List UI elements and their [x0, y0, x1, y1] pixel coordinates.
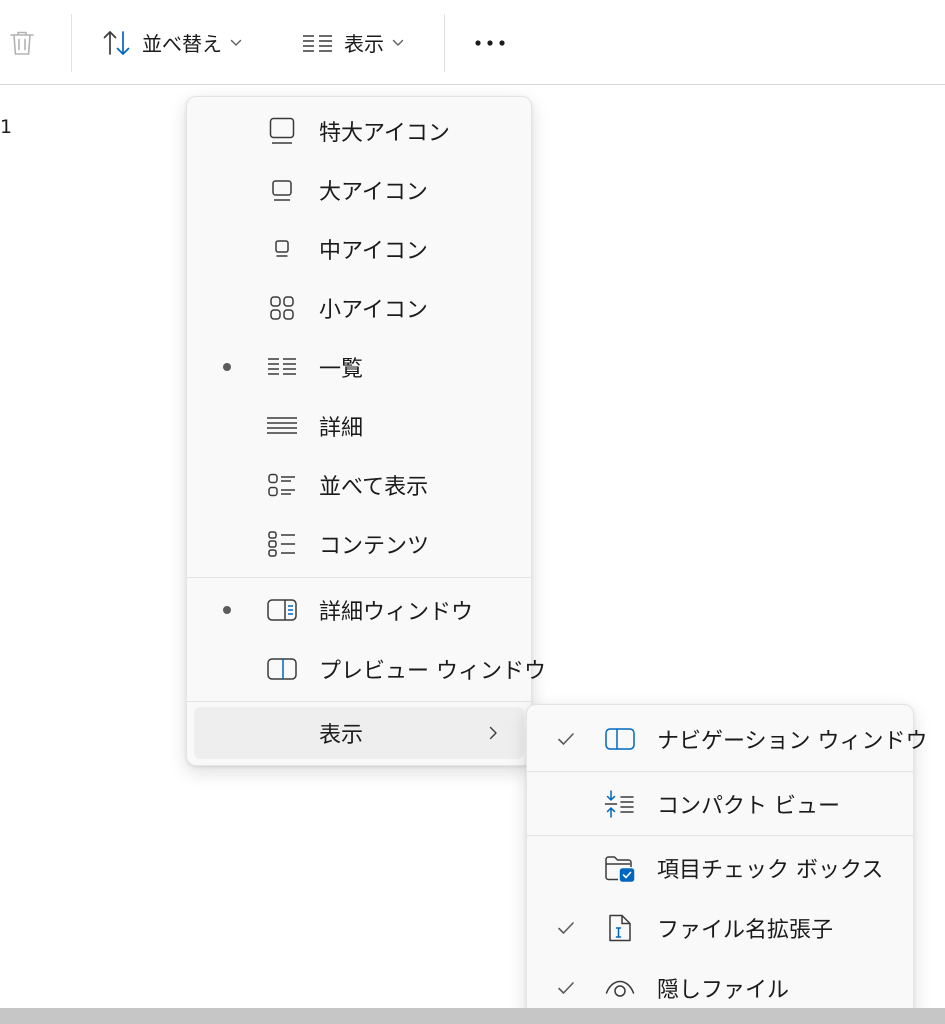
- small-icons-icon: [266, 292, 298, 324]
- menu-item-list[interactable]: 一覧: [187, 337, 531, 396]
- menu-item-label: 中アイコン: [319, 238, 428, 264]
- eye-icon: [604, 972, 636, 1004]
- list-view-icon: [302, 33, 334, 53]
- menu-item-small-icons[interactable]: 小アイコン: [187, 278, 531, 337]
- medium-icons-icon: [266, 233, 298, 265]
- menu-separator: [527, 771, 913, 772]
- menu-separator: [187, 701, 531, 702]
- menu-item-label: プレビュー ウィンドウ: [319, 658, 546, 684]
- command-bar: 並べ替え 表示: [0, 0, 945, 85]
- view-button[interactable]: 表示: [302, 0, 404, 85]
- menu-item-label: 詳細: [319, 415, 364, 441]
- submenu-item-compact-view[interactable]: コンパクト ビュー: [527, 773, 913, 835]
- menu-item-label: 詳細ウィンドウ: [319, 599, 474, 625]
- menu-item-label: 表示: [319, 723, 364, 748]
- navigation-pane-icon: [604, 723, 636, 755]
- details-pane-icon: [266, 594, 298, 626]
- sort-label: 並べ替え: [142, 32, 222, 56]
- submenu-item-item-checkboxes[interactable]: 項目チェック ボックス: [527, 838, 913, 898]
- menu-item-label: 並べて表示: [319, 474, 429, 500]
- sort-arrows-icon: [102, 28, 132, 58]
- selected-dot-icon: [219, 580, 235, 639]
- checkbox-folder-icon: [604, 852, 636, 884]
- selected-dot-icon: [219, 337, 235, 396]
- chevron-down-icon: [392, 39, 404, 47]
- checkmark-icon: [555, 898, 577, 958]
- toolbar-separator: [444, 14, 445, 72]
- menu-item-medium-icons[interactable]: 中アイコン: [187, 219, 531, 278]
- menu-item-label: 大アイコン: [319, 179, 428, 205]
- view-menu: 特大アイコン 大アイコン 中アイコン 小アイコン 一覧 詳細 並べて表示 コンテ…: [186, 96, 546, 766]
- toolbar-separator: [71, 14, 72, 72]
- delete-button[interactable]: [6, 0, 38, 85]
- menu-separator: [527, 835, 913, 836]
- status-bar: [0, 1008, 945, 1024]
- preview-pane-icon: [266, 653, 298, 685]
- submenu-item-navigation-pane[interactable]: ナビゲーション ウィンドウ: [527, 709, 928, 769]
- large-icons-icon: [266, 174, 298, 206]
- menu-item-label: 一覧: [319, 356, 364, 382]
- menu-item-label: 特大アイコン: [319, 120, 450, 146]
- menu-item-show[interactable]: 表示: [187, 707, 531, 759]
- compact-view-icon: [604, 788, 636, 820]
- menu-item-label: ナビゲーション ウィンドウ: [657, 729, 928, 754]
- show-submenu: ナビゲーション ウィンドウ コンパクト ビュー 項目チェック ボックス ファイル…: [526, 704, 928, 1019]
- menu-item-tiles[interactable]: 並べて表示: [187, 455, 531, 514]
- menu-item-details[interactable]: 詳細: [187, 396, 531, 455]
- menu-item-label: コンパクト ビュー: [657, 794, 840, 819]
- view-label: 表示: [344, 32, 384, 56]
- menu-separator: [187, 577, 531, 578]
- menu-item-details-pane[interactable]: 詳細ウィンドウ: [187, 580, 531, 639]
- content-icon: [266, 528, 298, 560]
- checkmark-icon: [555, 709, 577, 769]
- tiles-icon: [266, 469, 298, 501]
- extra-large-icons-icon: [266, 115, 298, 147]
- menu-item-label: コンテンツ: [319, 533, 430, 559]
- item-count: 1: [0, 116, 13, 138]
- menu-item-label: 隠しファイル: [657, 978, 790, 1003]
- menu-item-preview-pane[interactable]: プレビュー ウィンドウ: [187, 639, 546, 698]
- details-icon: [266, 410, 298, 442]
- list-icon: [266, 351, 298, 383]
- more-options-button[interactable]: [473, 0, 507, 85]
- menu-item-content[interactable]: コンテンツ: [187, 514, 531, 573]
- menu-item-extra-large-icons[interactable]: 特大アイコン: [187, 101, 531, 160]
- more-dots-icon: [473, 38, 507, 48]
- menu-item-large-icons[interactable]: 大アイコン: [187, 160, 531, 219]
- file-extension-icon: [604, 912, 636, 944]
- submenu-item-file-extensions[interactable]: ファイル名拡張子: [527, 898, 913, 958]
- chevron-right-icon: [485, 707, 501, 759]
- sort-button[interactable]: 並べ替え: [102, 0, 242, 85]
- menu-item-label: ファイル名拡張子: [657, 918, 834, 943]
- trash-icon: [6, 27, 38, 59]
- chevron-down-icon: [230, 39, 242, 47]
- menu-item-label: 小アイコン: [319, 297, 428, 323]
- menu-item-label: 項目チェック ボックス: [657, 858, 884, 883]
